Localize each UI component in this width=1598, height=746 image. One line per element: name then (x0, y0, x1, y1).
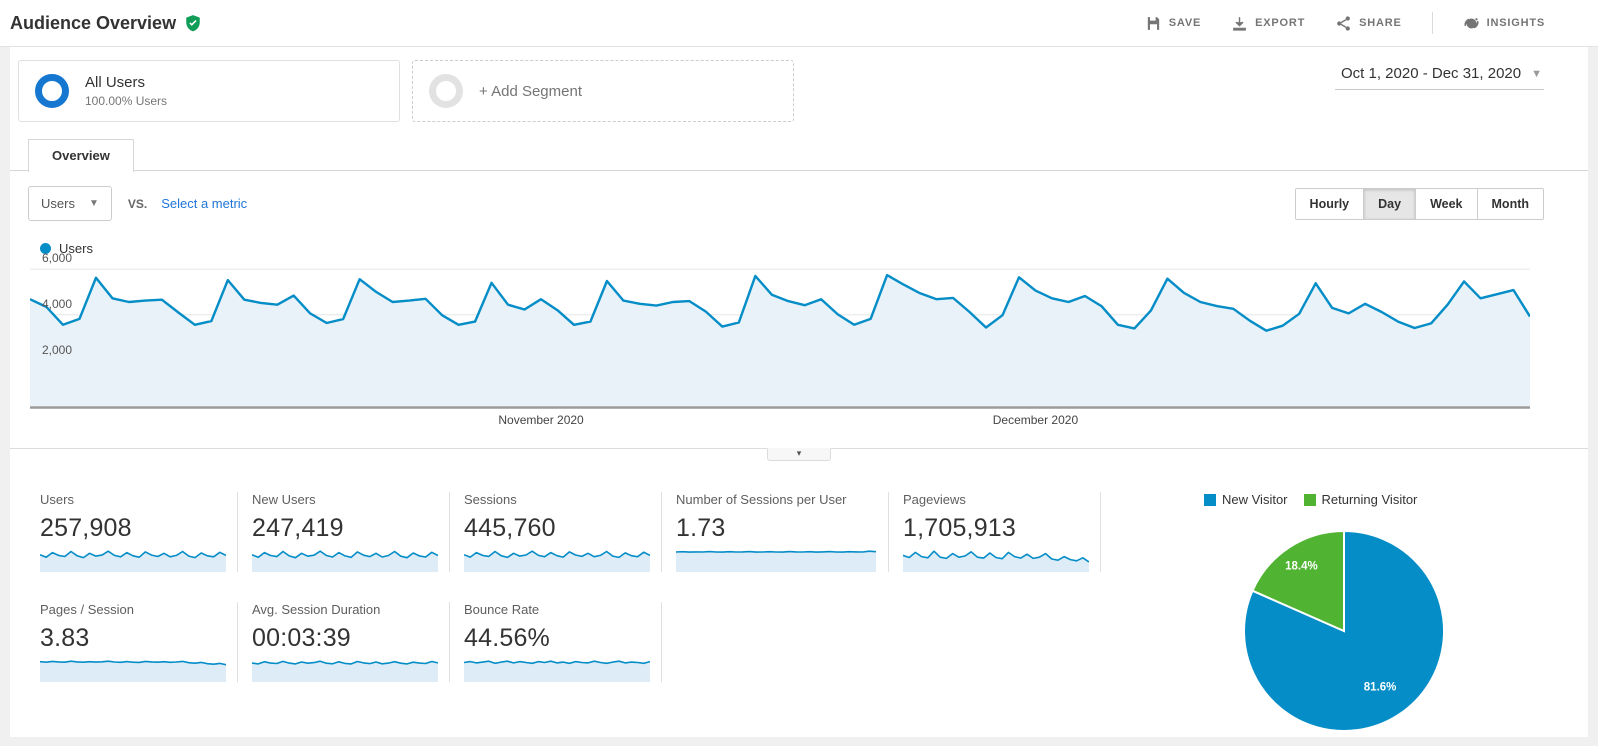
avg-duration-sparkline (252, 660, 438, 682)
add-segment-ring-icon (429, 74, 463, 108)
segment-ring-icon (35, 74, 69, 108)
chevron-down-icon: ▼ (88, 198, 99, 209)
header-divider (1431, 12, 1433, 34)
chevron-down-icon: ▼ (1531, 67, 1542, 80)
returning-visitor-swatch-icon (1303, 493, 1316, 506)
pages-session-sparkline (40, 660, 226, 682)
pageviews-sparkline (903, 550, 1089, 572)
svg-text:18.4%: 18.4% (1285, 561, 1318, 573)
save-button[interactable]: SAVE (1145, 15, 1201, 32)
segment-all-users[interactable]: All Users 100.00% Users (18, 60, 400, 122)
x-label-november: November 2020 (498, 413, 584, 427)
sessions-per-user-sparkline (676, 550, 876, 572)
header-actions: SAVE EXPORT SHARE INSIGHTS (1145, 12, 1545, 34)
granularity-month[interactable]: Month (1477, 187, 1544, 220)
chart-footer-divider: ▾ (10, 448, 1588, 462)
granularity-week[interactable]: Week (1416, 187, 1478, 220)
download-icon (1233, 16, 1246, 31)
granularity-day[interactable]: Day (1364, 187, 1417, 220)
add-segment-button[interactable]: + Add Segment (412, 60, 794, 122)
visitor-pie-svg: 81.6% 18.4% (1243, 529, 1446, 732)
metric-card-pages-session: Pages / Session 3.83 (40, 602, 238, 682)
summary-section: Users 257,908 New Users 247,419 Sessions… (10, 462, 1588, 737)
share-icon (1337, 15, 1350, 31)
overview-panel: Users ▼ vs. Select a metric Hourly Day W… (10, 171, 1588, 737)
collapse-chart-button[interactable]: ▾ (767, 448, 831, 461)
metric-card-pageviews: Pageviews 1,705,913 (903, 492, 1101, 572)
segment-bar: All Users 100.00% Users + Add Segment Oc… (10, 47, 1588, 132)
chart-legend: Users (40, 241, 1588, 256)
x-label-december: December 2020 (992, 413, 1079, 427)
metric-card-avg-duration: Avg. Session Duration 00:03:39 (252, 602, 450, 682)
metric-row-2: Pages / Session 3.83 Avg. Session Durati… (40, 602, 1110, 682)
users-timeseries-chart: 6,000 4,000 2,000 November 2020 December… (30, 251, 1530, 436)
visitor-type-chart: New Visitor Returning Visitor 81.6% 18.4% (1202, 492, 1570, 737)
segment-title: All Users (85, 74, 146, 91)
sessions-sparkline (464, 550, 650, 572)
save-icon (1147, 16, 1159, 30)
report-header: Audience Overview SAVE EXPORT SHARE INSI… (0, 0, 1598, 47)
users-timeseries-svg (30, 268, 1530, 409)
insights-button[interactable]: INSIGHTS (1463, 15, 1545, 32)
svg-text:81.6%: 81.6% (1364, 681, 1397, 693)
new-users-sparkline (252, 550, 438, 572)
tab-strip: Overview (10, 132, 1588, 172)
metric-card-bounce-rate: Bounce Rate 44.56% (464, 602, 662, 682)
add-segment-label: + Add Segment (479, 82, 582, 100)
metric-card-sessions: Sessions 445,760 (464, 492, 662, 572)
metric-cards: Users 257,908 New Users 247,419 Sessions… (40, 492, 1110, 737)
verified-shield-icon (184, 14, 202, 32)
legend-new-visitor: New Visitor (1204, 492, 1288, 507)
new-visitor-swatch-icon (1204, 493, 1216, 506)
y-tick-4000: 4,000 (42, 297, 73, 311)
users-sparkline (40, 550, 226, 572)
metric-row-1: Users 257,908 New Users 247,419 Sessions… (40, 492, 1110, 572)
segment-subtitle: 100.00% Users (85, 94, 168, 108)
page-title: Audience Overview (10, 12, 177, 33)
metric-card-users: Users 257,908 (40, 492, 238, 572)
vs-label: vs. (127, 196, 148, 211)
metric-card-new-users: New Users 247,419 (252, 492, 450, 572)
pie-legend: New Visitor Returning Visitor (1202, 492, 1570, 507)
metric-card-sessions-per-user: Number of Sessions per User 1.73 (676, 492, 889, 572)
chart-controls: Users ▼ vs. Select a metric Hourly Day W… (10, 186, 1588, 221)
export-button[interactable]: EXPORT (1231, 15, 1305, 32)
metric-dropdown[interactable]: Users ▼ (28, 186, 112, 221)
share-button[interactable]: SHARE (1335, 15, 1402, 32)
bounce-rate-sparkline (464, 660, 650, 682)
insights-icon (1464, 17, 1479, 28)
tab-overview[interactable]: Overview (28, 139, 134, 172)
y-tick-6000: 6,000 (42, 251, 73, 265)
granularity-group: Hourly Day Week Month (1294, 187, 1544, 220)
date-range-text: Oct 1, 2020 - Dec 31, 2020 (1340, 65, 1522, 82)
date-range-selector[interactable]: Oct 1, 2020 - Dec 31, 2020 ▼ (1334, 63, 1544, 90)
y-tick-2000: 2,000 (42, 343, 73, 357)
select-metric-link[interactable]: Select a metric (161, 196, 247, 211)
legend-returning-visitor: Returning Visitor (1303, 492, 1417, 507)
granularity-hourly[interactable]: Hourly (1294, 187, 1365, 220)
